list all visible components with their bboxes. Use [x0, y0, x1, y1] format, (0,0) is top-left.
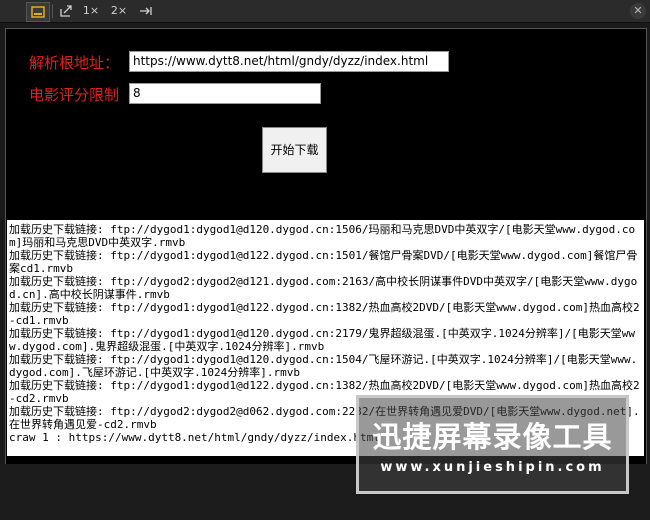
zoom-2x-button[interactable]: 2× — [108, 2, 130, 20]
pin-icon — [140, 7, 152, 15]
url-input[interactable]: https://www.dytt8.net/html/gndy/dyzz/ind… — [129, 51, 449, 72]
recorder-toolbar: 1× 2× ✕ — [0, 0, 650, 23]
log-line: 加载历史下载链接: ftp://dygod2:dygod2@d121.dygod… — [9, 275, 638, 301]
log-line: 加载历史下载链接: ftp://dygod1:dygod1@d122.dygod… — [9, 301, 640, 327]
log-line: 加载历史下载链接: ftp://dygod1:dygod1@d120.dygod… — [9, 353, 638, 379]
watermark-title: 迅捷屏幕录像工具 — [372, 420, 613, 454]
toolbar-separator — [52, 4, 53, 18]
log-line: 加载历史下载链接: ftp://dygod1:dygod1@d122.dygod… — [9, 249, 638, 275]
score-input[interactable]: 8 — [129, 83, 321, 104]
screen-icon — [31, 6, 45, 18]
url-label: 解析根地址： — [29, 54, 120, 72]
export-icon — [60, 5, 72, 17]
screen-mode-button[interactable] — [26, 2, 50, 22]
score-label: 电影评分限制 — [29, 86, 120, 104]
zoom-1x-button[interactable]: 1× — [80, 2, 102, 20]
watermark: 迅捷屏幕录像工具 www.xunjieshipin.com — [356, 395, 629, 494]
log-line: 加载历史下载链接: ftp://dygod1:dygod1@d120.dygod… — [9, 223, 636, 249]
watermark-url: www.xunjieshipin.com — [380, 460, 605, 475]
log-line: 加载历史下载链接: ftp://dygod1:dygod1@d120.dygod… — [9, 327, 635, 353]
export-button[interactable] — [56, 2, 76, 20]
start-download-button[interactable]: 开始下载 — [262, 127, 327, 173]
pin-button[interactable] — [136, 2, 156, 20]
close-icon[interactable]: ✕ — [630, 3, 646, 19]
